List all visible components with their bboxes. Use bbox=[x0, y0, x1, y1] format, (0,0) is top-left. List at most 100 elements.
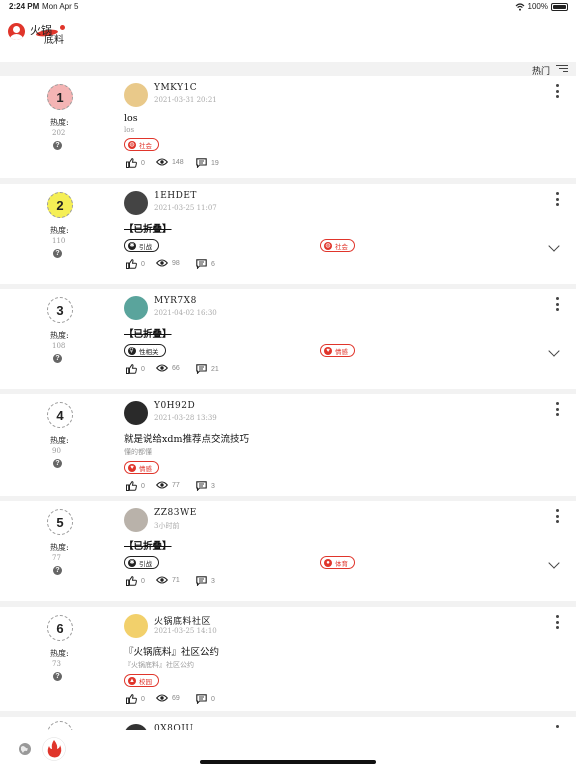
battery-percent: 100% bbox=[527, 2, 548, 11]
avatar[interactable] bbox=[124, 508, 148, 532]
help-icon[interactable]: ? bbox=[53, 354, 62, 363]
post-card[interactable]: 7 热度: ? 0X8QJU bbox=[0, 717, 576, 730]
help-icon[interactable]: ? bbox=[53, 566, 62, 575]
avatar[interactable] bbox=[124, 191, 148, 215]
avatar[interactable] bbox=[124, 614, 148, 638]
more-options-icon[interactable] bbox=[556, 192, 560, 206]
username[interactable]: ZZ83WE bbox=[154, 508, 197, 518]
topic-tag[interactable]: ✱ 引战 bbox=[124, 239, 159, 252]
status-date: Mon Apr 5 bbox=[42, 2, 79, 11]
post-feed[interactable]: 1 热度: 202 ? YMKY1C 2021-03-31 20:21 los … bbox=[0, 76, 576, 730]
hotpot-tab-icon[interactable] bbox=[42, 737, 66, 761]
help-icon[interactable]: ? bbox=[53, 249, 62, 258]
comment-stat[interactable]: 0 bbox=[196, 694, 215, 704]
rank-number: 2 bbox=[56, 197, 64, 213]
username[interactable]: MYR7X8 bbox=[154, 296, 197, 306]
post-card[interactable]: 1 热度: 202 ? YMKY1C 2021-03-31 20:21 los … bbox=[0, 76, 576, 178]
post-author-row: Y0H92D 2021-03-28 13:39 bbox=[124, 400, 564, 426]
more-options-icon[interactable] bbox=[556, 84, 560, 98]
comment-stat[interactable]: 21 bbox=[196, 364, 219, 374]
topic-tag[interactable]: ♥ 情感 bbox=[320, 344, 355, 357]
username[interactable]: 1EHDET bbox=[154, 191, 197, 201]
post-title[interactable]: los bbox=[124, 113, 564, 124]
thumbs-up-icon bbox=[126, 158, 137, 168]
topic-tag[interactable]: ⚥ 性相关 bbox=[124, 344, 166, 357]
comment-count: 21 bbox=[211, 365, 219, 373]
home-indicator bbox=[200, 760, 376, 764]
comment-stat[interactable]: 3 bbox=[196, 481, 215, 491]
post-card[interactable]: 2 热度: 110 ? 1EHDET 2021-03-25 11:07 【已折叠… bbox=[0, 184, 576, 284]
post-card[interactable]: 4 热度: 90 ? Y0H92D 2021-03-28 13:39 就是说给x… bbox=[0, 394, 576, 496]
more-options-icon[interactable] bbox=[556, 509, 560, 523]
globe-tab-icon[interactable] bbox=[18, 742, 32, 756]
rank-column: 2 热度: 110 ? bbox=[0, 184, 118, 284]
tags-row: ✱ 引战 ◍ 社会 bbox=[124, 239, 564, 257]
tags-row: ✱ 引战 ● 体育 bbox=[124, 556, 564, 574]
view-count: 77 bbox=[172, 481, 180, 489]
post-card[interactable]: 3 热度: 108 ? MYR7X8 2021-04-02 16:30 【已折叠… bbox=[0, 289, 576, 389]
topic-tag[interactable]: ● 体育 bbox=[320, 556, 355, 569]
heat-value: 110 bbox=[52, 237, 66, 245]
bug-icon: ✱ bbox=[128, 558, 136, 567]
comment-icon bbox=[196, 158, 207, 168]
rank-badge: 7 bbox=[47, 721, 73, 730]
post-title[interactable]: 【已折叠】 bbox=[124, 538, 564, 552]
comment-stat[interactable]: 3 bbox=[196, 576, 215, 586]
username[interactable]: YMKY1C bbox=[154, 83, 197, 93]
expand-chevron-icon[interactable] bbox=[548, 345, 560, 357]
username[interactable]: Y0H92D bbox=[154, 401, 195, 411]
post-subtitle: 『火锅底料』社区公约 bbox=[124, 661, 194, 669]
avatar[interactable] bbox=[124, 296, 148, 320]
tag-label: 引战 bbox=[139, 559, 152, 568]
heat-value: 90 bbox=[52, 447, 61, 455]
status-time: 2:24 PM bbox=[9, 2, 40, 11]
more-options-icon[interactable] bbox=[556, 615, 560, 629]
help-icon[interactable]: ? bbox=[53, 672, 62, 681]
post-title[interactable]: 就是说给xdm推荐点交流技巧 bbox=[124, 431, 564, 445]
like-stat[interactable]: 0 bbox=[126, 576, 145, 586]
post-title[interactable]: 『火锅底料』社区公约 bbox=[124, 644, 564, 658]
post-card[interactable]: 6 热度: 73 ? 火锅底料社区 2021-03-25 14:10 『火锅底料… bbox=[0, 607, 576, 711]
rank-number: 4 bbox=[56, 407, 64, 423]
post-stats: 0 69 0 bbox=[124, 694, 564, 710]
post-title[interactable]: 【已折叠】 bbox=[124, 326, 564, 340]
post-title[interactable]: 【已折叠】 bbox=[124, 221, 564, 235]
eye-icon bbox=[156, 576, 168, 584]
thumbs-up-icon bbox=[126, 364, 137, 374]
avatar[interactable] bbox=[124, 401, 148, 425]
topic-tag[interactable]: ✱ 引战 bbox=[124, 556, 159, 569]
bottom-tab-bar bbox=[0, 730, 576, 768]
rank-column: 3 热度: 108 ? bbox=[0, 289, 118, 389]
rank-badge: 5 bbox=[47, 509, 73, 535]
eye-icon bbox=[156, 158, 168, 166]
comment-count: 19 bbox=[211, 159, 219, 167]
more-options-icon[interactable] bbox=[556, 297, 560, 311]
thumbs-up-icon bbox=[126, 259, 137, 269]
help-icon[interactable]: ? bbox=[53, 459, 62, 468]
like-stat[interactable]: 0 bbox=[126, 259, 145, 269]
topic-tag[interactable]: ◍ 社会 bbox=[320, 239, 355, 252]
comment-count: 6 bbox=[211, 260, 215, 268]
username[interactable]: 火锅底料社区 bbox=[154, 614, 211, 627]
expand-chevron-icon[interactable] bbox=[548, 557, 560, 569]
more-options-icon[interactable] bbox=[556, 402, 560, 416]
avatar[interactable] bbox=[124, 83, 148, 107]
post-content: Y0H92D 2021-03-28 13:39 就是说给xdm推荐点交流技巧 懂… bbox=[124, 400, 564, 497]
expand-chevron-icon[interactable] bbox=[548, 240, 560, 252]
post-card[interactable]: 5 热度: 77 ? ZZ83WE 3小时前 【已折叠】 ✱ 引战 ● 体育 0… bbox=[0, 501, 576, 601]
topic-tag[interactable]: ♥ 情感 bbox=[124, 461, 159, 474]
profile-icon[interactable] bbox=[8, 23, 25, 40]
like-stat[interactable]: 0 bbox=[126, 364, 145, 374]
like-stat[interactable]: 0 bbox=[126, 481, 145, 491]
topic-tag[interactable]: ▲ 校园 bbox=[124, 674, 159, 687]
help-icon[interactable]: ? bbox=[53, 141, 62, 150]
comment-stat[interactable]: 6 bbox=[196, 259, 215, 269]
like-stat[interactable]: 0 bbox=[126, 158, 145, 168]
topic-tag[interactable]: ◍ 社会 bbox=[124, 138, 159, 151]
post-subtitle: los bbox=[124, 126, 135, 134]
comment-icon bbox=[196, 364, 207, 374]
sort-icon[interactable] bbox=[556, 65, 568, 73]
rank-badge: 4 bbox=[47, 402, 73, 428]
comment-stat[interactable]: 19 bbox=[196, 158, 219, 168]
like-stat[interactable]: 0 bbox=[126, 694, 145, 704]
